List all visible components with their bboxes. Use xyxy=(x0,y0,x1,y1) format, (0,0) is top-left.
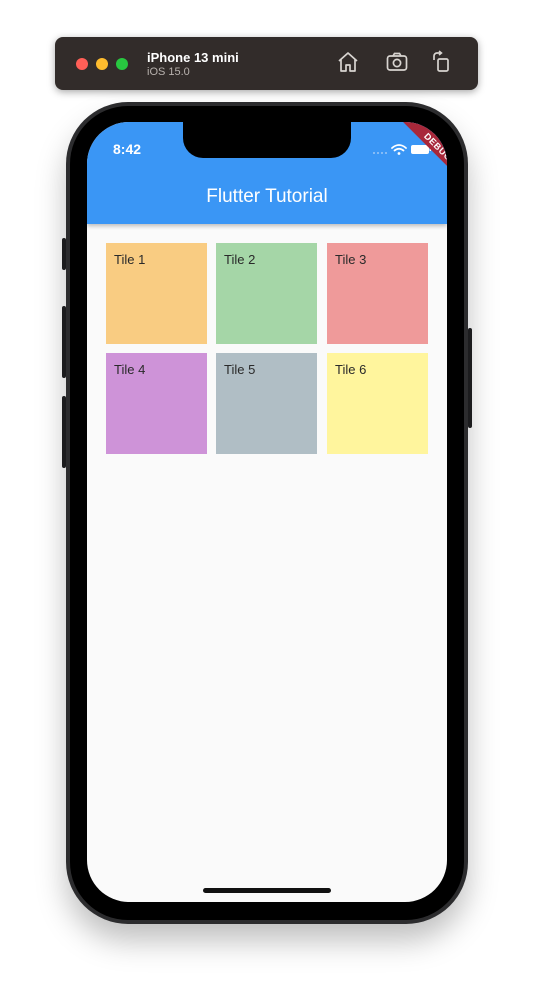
status-time: 8:42 xyxy=(113,141,142,157)
tile[interactable]: Tile 6 xyxy=(327,353,428,454)
tile[interactable]: Tile 5 xyxy=(216,353,317,454)
mute-switch xyxy=(62,238,66,270)
status-icons xyxy=(372,141,432,157)
home-indicator[interactable] xyxy=(203,888,331,893)
volume-up-button xyxy=(62,306,66,378)
app-title: Flutter Tutorial xyxy=(206,186,328,207)
phone-screen: 8:42 Flutter Tutorial DEBUG Tile 1 Tile … xyxy=(87,122,447,902)
tile-label: Tile 2 xyxy=(224,252,256,267)
tile-label: Tile 5 xyxy=(224,362,256,377)
zoom-window-button[interactable] xyxy=(116,58,128,70)
device-name: iPhone 13 mini xyxy=(147,50,239,65)
tile[interactable]: Tile 3 xyxy=(327,243,428,344)
tile[interactable]: Tile 4 xyxy=(106,353,207,454)
os-version: iOS 15.0 xyxy=(147,66,190,78)
tile-label: Tile 4 xyxy=(114,362,146,377)
rotate-icon[interactable] xyxy=(430,50,454,74)
signal-icon xyxy=(373,152,387,154)
tile[interactable]: Tile 2 xyxy=(216,243,317,344)
power-button xyxy=(468,328,472,428)
volume-down-button xyxy=(62,396,66,468)
notch xyxy=(183,122,351,158)
close-window-button[interactable] xyxy=(76,58,88,70)
minimize-window-button[interactable] xyxy=(96,58,108,70)
tile-label: Tile 1 xyxy=(114,252,146,267)
tile[interactable]: Tile 1 xyxy=(106,243,207,344)
wifi-icon xyxy=(391,144,407,155)
tile-label: Tile 6 xyxy=(335,362,367,377)
screenshot-icon[interactable] xyxy=(385,50,409,74)
home-icon[interactable] xyxy=(336,50,360,74)
tile-label: Tile 3 xyxy=(335,252,367,267)
